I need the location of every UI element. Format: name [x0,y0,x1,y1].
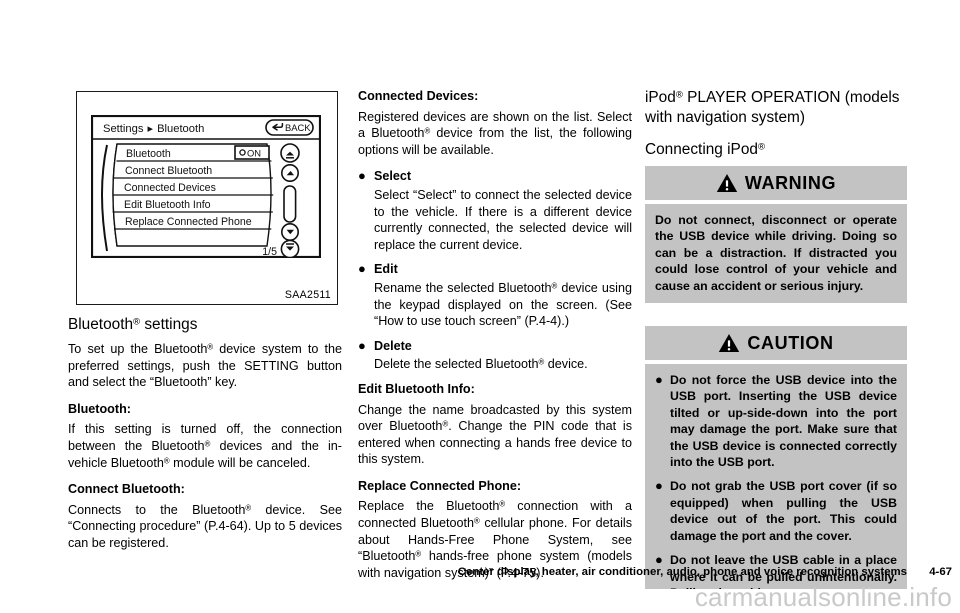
figure-frame: Settings ▸ Bluetooth BACK Bluetooth Conn… [76,91,338,305]
screen-row-label-2[interactable]: Connected Devices [124,182,216,194]
right-section-title: iPod® PLAYER OPERATION (models with navi… [645,88,907,128]
bullet-body-select: Select “Select” to connect the selected … [374,187,632,252]
heading-edit-bluetooth-info: Edit Bluetooth Info: [358,381,475,396]
scroll-down-icon[interactable] [281,223,300,242]
caution-header: CAUTION [645,326,907,361]
footer-section-title: Center display, heater, air conditioner,… [457,566,907,578]
bullet-body-delete: Delete the selected Bluetooth® device. [374,356,632,373]
screen-back-button[interactable]: BACK [265,119,314,136]
caution-item: ● Do not force the USB device into the U… [655,372,897,470]
bullet-body-edit: Rename the selected Bluetooth® device us… [374,280,632,330]
screen-bluetooth-toggle[interactable]: ON [234,145,270,160]
edit-part1: Rename the selected Bluetooth [374,280,552,295]
screen-page-indicator: 1/5 [262,246,277,258]
scrollbar-thumb[interactable] [283,185,297,223]
paragraph-bluetooth: If this setting is turned off, the conne… [68,421,342,471]
right-section-subtitle: Connecting iPod® [645,140,907,160]
scroll-up-icon[interactable] [281,163,300,182]
bullet-label-delete: Delete [374,338,412,353]
right-column: iPod® PLAYER OPERATION (models with navi… [645,88,907,166]
scroll-bottom-icon[interactable] [280,239,300,258]
scroll-top-icon[interactable] [280,143,300,163]
rp-part1: Replace the Bluetooth [358,499,500,514]
left-column: Bluetooth® settings To set up the Blueto… [68,315,342,552]
caution-label: CAUTION [747,332,834,353]
right-title-part2: PLAYER OPERATION (models with navigation… [645,89,900,126]
bullet-dot-icon: ● [655,372,663,388]
manual-page: Settings ▸ Bluetooth BACK Bluetooth Conn… [0,0,960,612]
registered-mark: ® [757,141,765,153]
footer-page-number: 4-67 [929,566,952,578]
bullet-dot-icon: ● [358,261,366,277]
cb-part1: Connects to the Bluetooth [68,502,246,517]
middle-column: Connected Devices: Registered devices ar… [358,88,632,581]
bullet-label-select: Select [374,169,412,184]
right-callout-stack: WARNING Do not connect, disconnect or op… [645,166,907,590]
bullet-select: ● Select [358,168,632,185]
screen-back-label: BACK [285,122,311,133]
heading-replace-connected-phone: Replace Connected Phone: [358,478,522,493]
left-section-title-text: Bluetooth [68,316,134,333]
right-title-part1: iPod [645,89,676,106]
warning-triangle-icon [719,334,740,353]
del-part1: Delete the selected Bluetooth [374,357,539,372]
right-subtitle-part1: Connecting iPod [645,141,758,158]
caution-item-text-0: Do not force the USB device into the USB… [670,373,897,470]
bt-part3: module will be canceled. [169,455,311,470]
bullet-delete: ● Delete [358,338,632,355]
nav-screen-illustration: Settings ▸ Bluetooth BACK Bluetooth Conn… [91,115,321,258]
bullet-label-edit: Edit [374,262,398,277]
screen-row-label-1[interactable]: Connect Bluetooth [125,165,212,177]
screen-toggle-label: ON [247,148,261,159]
caution-body: ● Do not force the USB device into the U… [645,364,907,590]
warning-header: WARNING [645,166,907,200]
paragraph-edit-bluetooth-info: Change the name broadcasted by this syst… [358,402,632,468]
screen-row-label-0[interactable]: Bluetooth [126,148,171,160]
left-intro-part1: To set up the Bluetooth [68,342,208,356]
left-intro-paragraph: To set up the Bluetooth® device system t… [68,341,342,391]
bullet-edit: ● Edit [358,261,632,278]
paragraph-connected-devices: Registered devices are shown on the list… [358,109,632,159]
caution-item-text-1: Do not grab the USB port cover (if so eq… [670,479,897,543]
heading-connected-devices: Connected Devices: [358,89,479,103]
warning-label: WARNING [744,172,837,193]
screen-row-label-3[interactable]: Edit Bluetooth Info [124,199,211,211]
left-section-title-suffix: settings [140,316,198,333]
bullet-dot-icon: ● [655,478,663,494]
site-watermark: carmanualsonline.info [694,582,952,612]
screen-row-label-4[interactable]: Replace Connected Phone [125,216,252,228]
paragraph-connect-bluetooth: Connects to the Bluetooth® device. See “… [68,502,342,552]
warning-triangle-icon [716,174,738,192]
left-section-title: Bluetooth® settings [68,315,342,335]
figure-caption: SAA2511 [284,289,331,301]
del-part2: device. [544,357,588,372]
bullet-dot-icon: ● [358,337,366,353]
warning-body: Do not connect, disconnect or operate th… [645,204,907,304]
heading-connect-bluetooth: Connect Bluetooth: [68,482,185,497]
heading-bluetooth: Bluetooth: [68,401,131,416]
warning-text: Do not connect, disconnect or operate th… [655,213,897,293]
bullet-dot-icon: ● [358,168,366,184]
caution-item: ● Do not grab the USB port cover (if so … [655,478,897,544]
registered-mark: ® [675,89,683,101]
